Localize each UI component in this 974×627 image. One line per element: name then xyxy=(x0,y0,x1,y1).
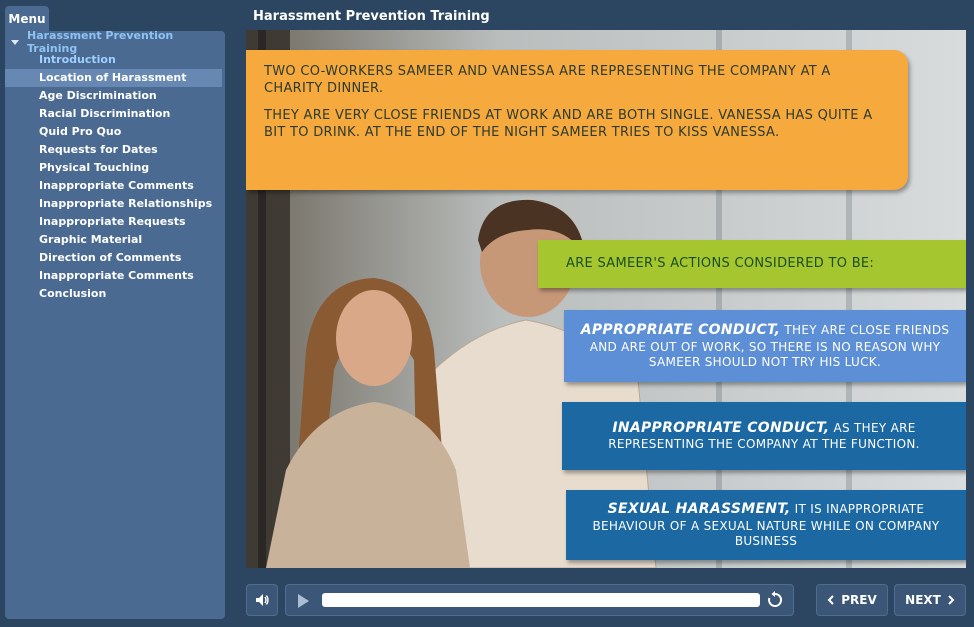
answer-option-appropriate[interactable]: Appropriate Conduct, they are close frie… xyxy=(564,310,966,382)
answer-option-inappropriate[interactable]: Inappropriate Conduct, as they are repre… xyxy=(562,402,966,470)
speaker-icon xyxy=(256,594,269,606)
menu-item[interactable]: Physical Touching xyxy=(5,159,222,177)
next-label: NEXT xyxy=(905,593,941,607)
chevron-right-icon xyxy=(948,595,955,605)
prev-button[interactable]: PREV xyxy=(816,584,888,616)
menu-list: Introduction Location of Harassment Age Di… xyxy=(5,51,225,303)
menu-item[interactable]: Location of Harassment xyxy=(5,69,222,87)
menu-item[interactable]: Inappropriate Comments xyxy=(5,267,222,285)
next-button[interactable]: NEXT xyxy=(894,584,966,616)
page-title: Harassment Prevention Training xyxy=(253,9,490,24)
course-tree-root[interactable]: Harassment Prevention Training xyxy=(5,29,225,55)
menu-item[interactable]: Requests for Dates xyxy=(5,141,222,159)
slide-stage: Two co-workers Sameer and Vanessa are re… xyxy=(246,30,966,568)
option-term: Inappropriate Conduct, xyxy=(612,420,830,437)
chevron-left-icon xyxy=(827,595,834,605)
prev-label: PREV xyxy=(841,593,877,607)
triangle-down-icon xyxy=(11,39,19,45)
scenario-callout: Two co-workers Sameer and Vanessa are re… xyxy=(246,50,908,190)
sidebar-menu: Harassment Prevention Training Introduct… xyxy=(5,29,225,619)
option-term: Sexual Harassment, xyxy=(607,501,791,518)
menu-item[interactable]: Racial Discrimination xyxy=(5,105,222,123)
option-term: Appropriate Conduct, xyxy=(580,322,781,339)
question-callout: Are Sameer's actions considered to be: xyxy=(538,240,966,288)
player-bar xyxy=(285,584,794,616)
menu-item[interactable]: Conclusion xyxy=(5,285,222,303)
replay-icon[interactable] xyxy=(766,591,784,609)
menu-item[interactable]: Age Discrimination xyxy=(5,87,222,105)
menu-item[interactable]: Quid Pro Quo xyxy=(5,123,222,141)
answer-option-sexual-harassment[interactable]: Sexual Harassment, it is inappropriate b… xyxy=(566,490,966,560)
menu-item[interactable]: Graphic Material xyxy=(5,231,222,249)
scenario-line-2: They are very close friends at work and … xyxy=(264,107,873,140)
scenario-line-1: Two co-workers Sameer and Vanessa are re… xyxy=(264,64,831,96)
progress-bar[interactable] xyxy=(322,593,760,607)
menu-item[interactable]: Direction of Comments xyxy=(5,249,222,267)
menu-item[interactable]: Inappropriate Comments xyxy=(5,177,222,195)
menu-item[interactable]: Inappropriate Relationships xyxy=(5,195,222,213)
menu-item[interactable]: Inappropriate Requests xyxy=(5,213,222,231)
volume-button[interactable] xyxy=(246,584,278,616)
play-icon[interactable] xyxy=(296,593,310,609)
